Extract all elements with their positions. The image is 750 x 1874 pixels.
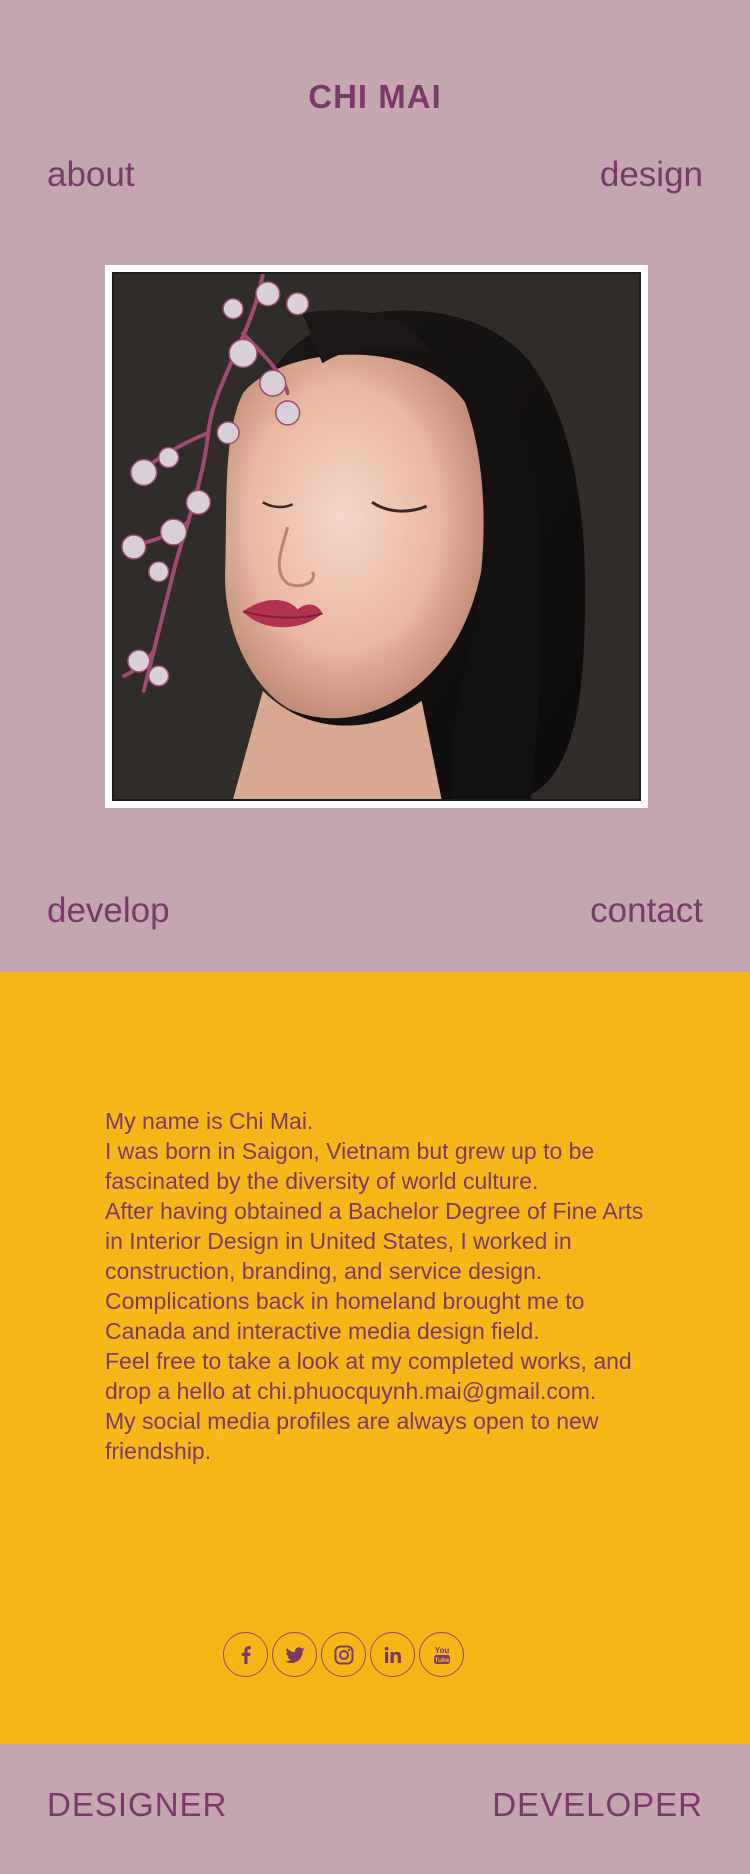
youtube-icon-text: You xyxy=(434,1646,449,1655)
hero-section: CHI MAI about design develop contact xyxy=(0,0,750,972)
youtube-link[interactable]: You Tube xyxy=(419,1632,464,1677)
portrait-illustration xyxy=(114,274,639,799)
about-text: My name is Chi Mai. I was born in Saigon… xyxy=(105,1106,665,1466)
youtube-icon: You Tube xyxy=(433,1646,450,1664)
linkedin-link[interactable] xyxy=(370,1632,415,1677)
facebook-icon xyxy=(241,1645,251,1664)
footer: DESIGNER DEVELOPER xyxy=(0,1744,750,1874)
about-paragraph: I was born in Saigon, Vietnam but grew u… xyxy=(105,1138,595,1194)
twitter-icon xyxy=(284,1646,305,1663)
facebook-link[interactable] xyxy=(223,1632,268,1677)
about-paragraph: My social media profiles are always open… xyxy=(105,1408,599,1464)
twitter-link[interactable] xyxy=(272,1632,317,1677)
about-paragraph: Complications back in homeland brought m… xyxy=(105,1288,585,1344)
about-paragraph: My name is Chi Mai. xyxy=(105,1108,314,1134)
instagram-link[interactable] xyxy=(321,1632,366,1677)
portrait-frame xyxy=(105,265,648,808)
instagram-icon xyxy=(334,1645,353,1664)
nav-about-link[interactable]: about xyxy=(47,155,135,195)
youtube-icon-text: Tube xyxy=(434,1657,449,1664)
about-paragraph: Feel free to take a look at my completed… xyxy=(105,1348,632,1404)
nav-contact-link[interactable]: contact xyxy=(590,891,703,931)
linkedin-icon xyxy=(384,1646,401,1663)
social-links: You Tube xyxy=(223,1632,464,1678)
nav-develop-link[interactable]: develop xyxy=(47,891,170,931)
about-paragraph: After having obtained a Bachelor Degree … xyxy=(105,1198,644,1284)
footer-designer-label: DESIGNER xyxy=(47,1786,228,1823)
about-section: My name is Chi Mai. I was born in Saigon… xyxy=(0,972,750,1744)
site-title: CHI MAI xyxy=(308,78,442,115)
nav-design-link[interactable]: design xyxy=(600,155,703,195)
portrait-photo xyxy=(112,272,641,801)
footer-developer-label: DEVELOPER xyxy=(492,1786,703,1823)
